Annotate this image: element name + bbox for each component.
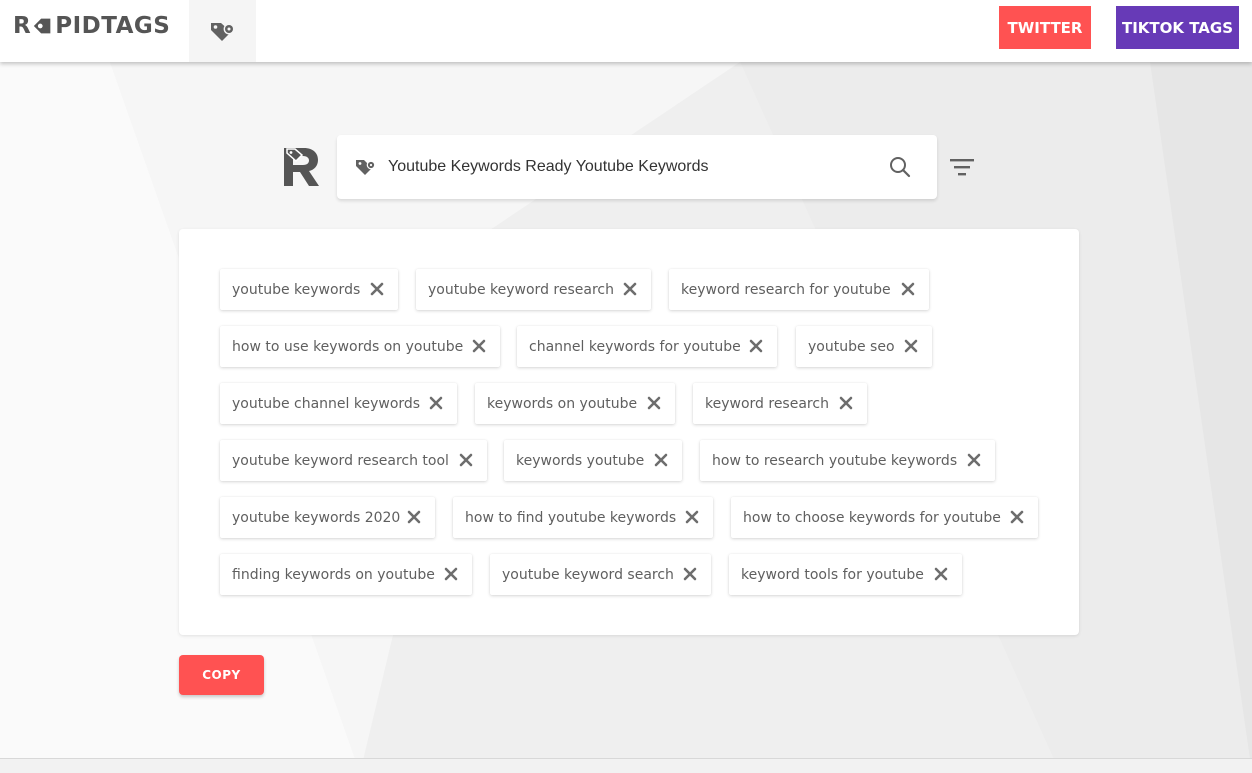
tiktok-tags-button[interactable]: TIKTOK TAGS — [1116, 6, 1239, 49]
tag-generator-tab[interactable] — [189, 0, 256, 62]
tag-chip[interactable]: youtube seo — [796, 326, 932, 367]
tag-label: youtube keyword research — [428, 281, 614, 298]
tag-logo-icon — [34, 18, 51, 34]
close-icon[interactable] — [444, 567, 458, 581]
tag-label: channel keywords for youtube — [529, 338, 741, 355]
tag-chip[interactable]: how to find youtube keywords — [453, 497, 713, 538]
logo-text-right: PIDTAGS — [55, 13, 171, 39]
tag-chip[interactable]: channel keywords for youtube — [517, 326, 777, 367]
close-icon[interactable] — [407, 510, 421, 524]
tag-label: youtube keyword research tool — [232, 452, 449, 469]
tag-chip[interactable]: keyword research for youtube — [669, 269, 929, 310]
tag-label: youtube channel keywords — [232, 395, 421, 412]
tag-chip[interactable]: youtube keywords — [220, 269, 398, 310]
tag-chip[interactable]: keywords on youtube — [475, 383, 675, 424]
tag-chip[interactable]: youtube keyword research tool — [220, 440, 487, 481]
close-icon[interactable] — [654, 453, 668, 467]
filter-icon[interactable] — [949, 156, 975, 178]
rapidtags-r-logo — [284, 148, 319, 186]
copy-button[interactable]: COPY — [179, 655, 264, 695]
tag-gear-icon — [210, 23, 234, 41]
close-icon[interactable] — [685, 510, 699, 524]
tag-chip[interactable]: youtube keyword research — [416, 269, 651, 310]
close-icon[interactable] — [901, 282, 915, 296]
tag-label: keywords youtube — [516, 452, 645, 469]
close-icon[interactable] — [934, 567, 948, 581]
tags-card: youtube keywords youtube keyword researc… — [179, 229, 1079, 635]
tag-label: keywords on youtube — [487, 395, 638, 412]
tag-label: how to choose keywords for youtube — [743, 509, 1001, 526]
tag-chip[interactable]: keyword research — [693, 383, 867, 424]
close-icon[interactable] — [967, 453, 981, 467]
tag-gear-icon — [356, 160, 376, 175]
close-icon[interactable] — [647, 396, 661, 410]
logo-text-left: R — [13, 13, 32, 39]
tag-chip[interactable]: youtube channel keywords — [220, 383, 457, 424]
close-icon[interactable] — [683, 567, 697, 581]
tag-label: how to find youtube keywords — [465, 509, 677, 526]
close-icon[interactable] — [1010, 510, 1024, 524]
tag-chip[interactable]: youtube keyword search — [490, 554, 711, 595]
close-icon[interactable] — [839, 396, 853, 410]
tag-label: finding keywords on youtube — [232, 566, 435, 583]
tag-label: how to research youtube keywords — [712, 452, 958, 469]
close-icon[interactable] — [472, 339, 486, 353]
close-icon[interactable] — [459, 453, 473, 467]
twitter-button[interactable]: TWITTER — [999, 6, 1091, 49]
tag-chip[interactable]: keywords youtube — [504, 440, 682, 481]
tag-label: keyword research for youtube — [681, 281, 891, 298]
search-icon[interactable] — [888, 155, 912, 179]
tag-label: keyword research — [705, 395, 829, 412]
rapidtags-logo[interactable]: R PIDTAGS — [13, 12, 170, 40]
search-input[interactable] — [388, 153, 868, 181]
tag-chip[interactable]: youtube keywords 2020 — [220, 497, 435, 538]
tag-label: how to use keywords on youtube — [232, 338, 464, 355]
tag-chip[interactable]: how to research youtube keywords — [700, 440, 995, 481]
tag-label: youtube keyword search — [502, 566, 674, 583]
tag-label: youtube keywords 2020 — [232, 509, 401, 526]
close-icon[interactable] — [429, 396, 443, 410]
tag-label: keyword tools for youtube — [741, 566, 924, 583]
close-icon[interactable] — [623, 282, 637, 296]
tag-chip[interactable]: keyword tools for youtube — [729, 554, 962, 595]
tag-label: youtube keywords — [232, 281, 361, 298]
close-icon[interactable] — [749, 339, 763, 353]
close-icon[interactable] — [370, 282, 384, 296]
tag-chip[interactable]: how to use keywords on youtube — [220, 326, 500, 367]
close-icon[interactable] — [904, 339, 918, 353]
footer-divider — [0, 758, 1252, 773]
tag-chip[interactable]: how to choose keywords for youtube — [731, 497, 1038, 538]
top-navigation-bar: R PIDTAGS TWITTER TIKTOK TAGS — [0, 0, 1252, 62]
tag-chip[interactable]: finding keywords on youtube — [220, 554, 472, 595]
search-bar — [337, 135, 937, 199]
tag-label: youtube seo — [808, 338, 895, 355]
